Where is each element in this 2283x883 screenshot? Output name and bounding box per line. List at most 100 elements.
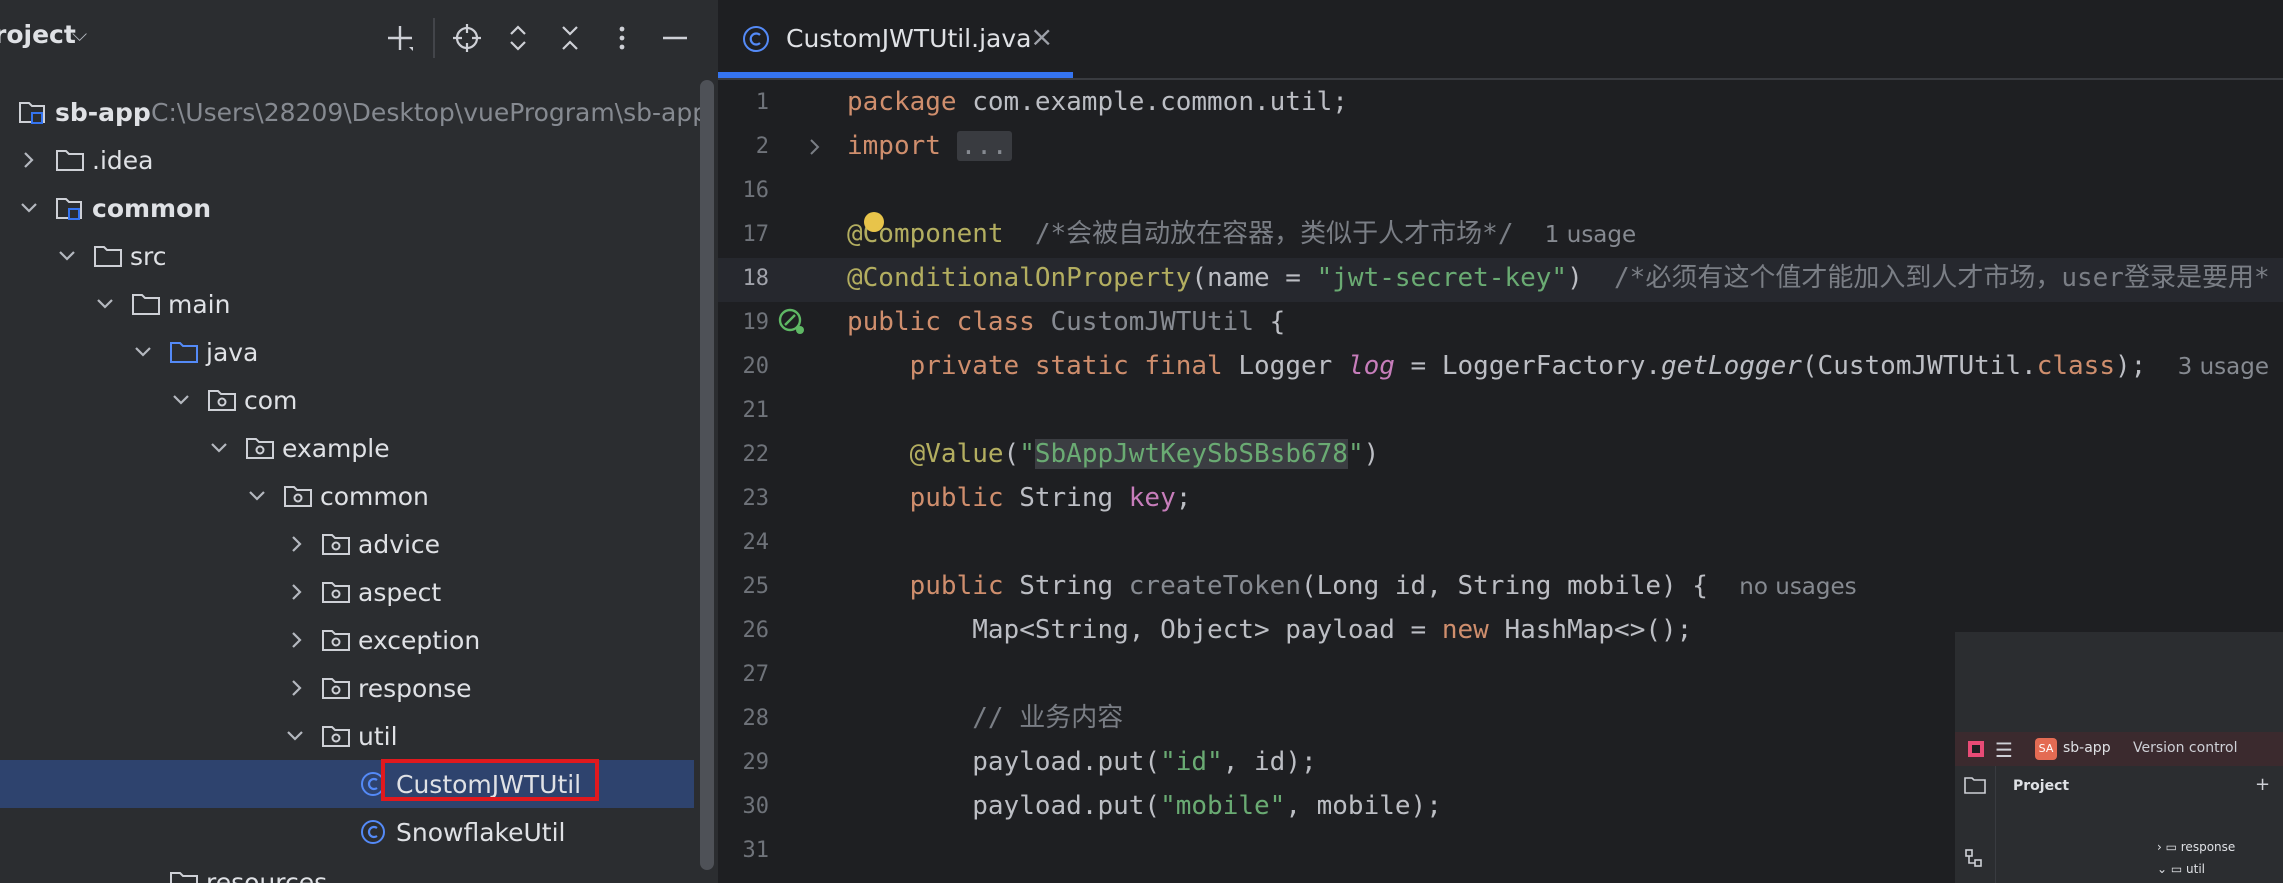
package-icon [322, 534, 350, 555]
folder-icon [56, 150, 84, 171]
folded-imports[interactable]: ... [956, 131, 1012, 161]
tree-item-label: common [320, 481, 429, 511]
method-call: getLogger [1661, 351, 1802, 381]
chevron-right-icon[interactable] [284, 531, 310, 557]
code-text: String [1003, 571, 1129, 601]
tree-item-util[interactable]: util [0, 712, 694, 760]
code-text: payload.put( [972, 791, 1161, 821]
tree-item-exception[interactable]: exception [0, 616, 694, 664]
fold-expand-icon[interactable] [808, 138, 822, 160]
mini-tree-label: util [2186, 862, 2206, 876]
folder-icon[interactable] [1964, 776, 1986, 798]
tree-item-label: aspect [358, 577, 442, 607]
string-quote: " [1347, 439, 1364, 469]
mini-window-toolbar: ☰ SA sb-app Version control [1955, 732, 2283, 766]
tree-item-example[interactable]: example [0, 424, 694, 472]
intention-bulb-icon[interactable] [864, 212, 884, 232]
code-text: ) [1363, 439, 1380, 469]
tree-item-label: SnowflakeUtil [396, 817, 566, 847]
tree-item-src[interactable]: src [0, 232, 694, 280]
keyword: public class [847, 307, 1035, 337]
comment: /*必须有这个值才能加入到人才市场，user登录是要用* [1614, 263, 2270, 293]
string-literal: "mobile" [1160, 791, 1286, 821]
chevron-down-icon[interactable] [16, 195, 42, 221]
project-name[interactable]: sb-app [2063, 740, 2111, 756]
usage-hint[interactable]: 3 usage [2178, 354, 2269, 380]
code-text: (name = [1191, 263, 1317, 293]
close-icon[interactable]: × [1030, 20, 1053, 53]
tree-item-idea[interactable]: .idea [0, 136, 694, 184]
tree-item-java[interactable]: java [0, 328, 694, 376]
chevron-down-icon[interactable] [244, 483, 270, 509]
mini-tree-item[interactable]: › ▭ response [2157, 840, 2235, 854]
tree-item-label: src [130, 241, 167, 271]
tree-item-aspect[interactable]: aspect [0, 568, 694, 616]
tree-item-common-module[interactable]: common [0, 184, 694, 232]
vcs-menu[interactable]: Version control [2133, 740, 2237, 756]
chevron-down-icon[interactable] [130, 339, 156, 365]
project-badge[interactable]: SA [2035, 738, 2057, 760]
code-text: { [1254, 307, 1286, 337]
code-text: ; [1175, 483, 1192, 513]
menu-icon[interactable]: ☰ [1995, 738, 2013, 762]
mini-panel-title[interactable]: Project [2013, 778, 2069, 794]
package-icon [322, 582, 350, 603]
tree-item-advice[interactable]: advice [0, 520, 694, 568]
tree-item-label: util [358, 721, 398, 751]
chevron-down-icon[interactable] [282, 723, 308, 749]
line-number: 29 [742, 750, 770, 775]
tab-active-indicator [718, 72, 1073, 78]
package-icon [246, 438, 274, 459]
chevron-down-icon[interactable] [206, 435, 232, 461]
package-icon [284, 486, 312, 507]
tree-item-main[interactable]: main [0, 280, 694, 328]
tree-item-resources[interactable]: resources [0, 858, 694, 883]
annotation: @Value [909, 439, 1004, 469]
tree-item-snowflakeutil[interactable]: SnowflakeUtil [0, 808, 694, 856]
tree-item-response[interactable]: response [0, 664, 694, 712]
tab-customjwtutil[interactable]: CustomJWTUtil.java × [718, 0, 1073, 78]
string-literal: "id" [1160, 747, 1223, 777]
line-number: 24 [742, 530, 770, 555]
chevron-down-icon[interactable] [54, 243, 80, 269]
code-text: (CustomJWTUtil. [1801, 351, 2037, 381]
chevron-down-icon[interactable] [168, 387, 194, 413]
chevron-right-icon[interactable] [284, 579, 310, 605]
tree-item-label: java [206, 337, 259, 367]
mini-tree-item[interactable]: ⌄ ▭ util [2157, 862, 2205, 876]
tree-item-label: exception [358, 625, 481, 655]
tree-item-com[interactable]: com [0, 376, 694, 424]
line-number: 1 [755, 90, 769, 115]
line-number-current: 18 [742, 266, 770, 291]
line-number: 19 [742, 310, 770, 335]
bean-gutter-icon[interactable] [776, 306, 806, 340]
chevron-right-icon[interactable] [16, 147, 42, 173]
tree-scrollbar[interactable] [700, 80, 714, 870]
tree-item-sb-app[interactable]: sb-app C:\Users\28209\Desktop\vueProgram… [0, 88, 708, 136]
keyword: class [2036, 351, 2115, 381]
code-line-19: public class CustomJWTUtil { [847, 300, 1285, 344]
chevron-right-icon[interactable] [284, 627, 310, 653]
code-line-18: @ConditionalOnProperty(name = "jwt-secre… [847, 256, 2270, 300]
package-icon [322, 726, 350, 747]
comment: /*会被自动放在容器，类似于人才市场*/ [1034, 219, 1514, 249]
tree-item-label: common [92, 193, 212, 223]
tree-item-label: advice [358, 529, 441, 559]
code-text: com.example.common.util; [956, 87, 1348, 117]
line-number-gutter: 1 2 16 17 18 19 20 21 22 23 24 25 26 27 … [718, 80, 836, 883]
code-text: HashMap<>(); [1488, 615, 1693, 645]
usage-hint[interactable]: 1 usage [1545, 222, 1636, 248]
add-icon[interactable]: + [2255, 774, 2270, 795]
usage-hint[interactable]: no usages [1739, 574, 1856, 600]
app-logo-icon[interactable] [1967, 740, 1985, 762]
mini-window-blank [1955, 632, 2283, 732]
chevron-down-icon[interactable] [92, 291, 118, 317]
string-literal: SbAppJwtKeySbSBsb678 [1034, 439, 1348, 469]
project-tool-window: roject ⌵ sb-app C:\Users\28209\Desktop\v… [0, 0, 718, 883]
code-text: Logger [1222, 351, 1348, 381]
chevron-right-icon[interactable] [284, 675, 310, 701]
tree-item-common-package[interactable]: common [0, 472, 694, 520]
structure-icon[interactable] [1964, 848, 1984, 872]
line-number: 25 [742, 574, 770, 599]
editor-tab-bar: CustomJWTUtil.java × [718, 0, 2283, 80]
